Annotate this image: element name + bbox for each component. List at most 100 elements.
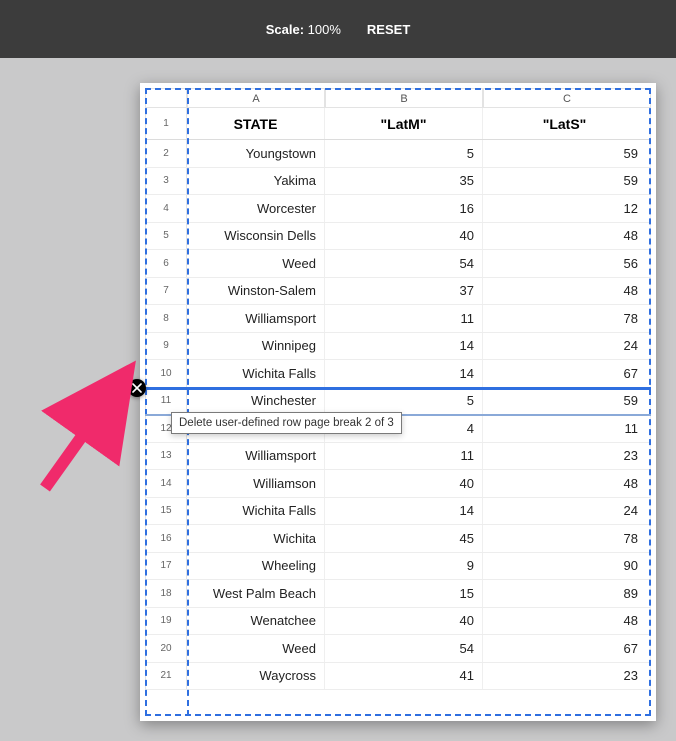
page-break-bottom[interactable]: [145, 714, 651, 716]
row-header[interactable]: 4: [145, 195, 187, 222]
cell-lats[interactable]: 24: [483, 333, 651, 360]
cell-lats[interactable]: 23: [483, 443, 651, 470]
cell-latm[interactable]: "LatM": [325, 108, 483, 139]
row-header[interactable]: 1: [145, 108, 187, 139]
cell-latm[interactable]: 37: [325, 278, 483, 305]
scale-control[interactable]: Scale: 100%: [266, 22, 341, 37]
cell-latm[interactable]: 14: [325, 360, 483, 387]
cell-state[interactable]: STATE: [187, 108, 325, 139]
row-header[interactable]: 7: [145, 278, 187, 305]
page-break-right[interactable]: [649, 88, 651, 716]
cell-latm[interactable]: 35: [325, 168, 483, 195]
cell-latm[interactable]: 54: [325, 250, 483, 277]
row-header[interactable]: 2: [145, 140, 187, 167]
row-header[interactable]: 18: [145, 580, 187, 607]
table-row: 18West Palm Beach1589: [145, 580, 651, 608]
cell-state[interactable]: Winston-Salem: [187, 278, 325, 305]
cell-state[interactable]: Yakima: [187, 168, 325, 195]
cell-state[interactable]: Williamsport: [187, 305, 325, 332]
table-row: 11Winchester559: [145, 388, 651, 416]
cell-latm[interactable]: 14: [325, 498, 483, 525]
cell-lats[interactable]: 48: [483, 223, 651, 250]
cell-latm[interactable]: 14: [325, 333, 483, 360]
delete-row-break-button[interactable]: [128, 379, 146, 397]
cell-latm[interactable]: 40: [325, 608, 483, 635]
cell-lats[interactable]: 56: [483, 250, 651, 277]
row-header[interactable]: 21: [145, 663, 187, 690]
cell-lats[interactable]: "LatS": [483, 108, 651, 139]
page-break-left[interactable]: [145, 88, 147, 716]
reset-button[interactable]: RESET: [367, 22, 410, 37]
cell-latm[interactable]: 11: [325, 305, 483, 332]
select-all-corner[interactable]: [145, 88, 187, 108]
table-row: 15Wichita Falls1424: [145, 498, 651, 526]
cell-state[interactable]: West Palm Beach: [187, 580, 325, 607]
cell-lats[interactable]: 59: [483, 168, 651, 195]
cell-state[interactable]: Williamson: [187, 470, 325, 497]
cell-lats[interactable]: 48: [483, 608, 651, 635]
cell-lats[interactable]: 12: [483, 195, 651, 222]
cell-state[interactable]: Wheeling: [187, 553, 325, 580]
row-header[interactable]: 9: [145, 333, 187, 360]
cell-state[interactable]: Williamsport: [187, 443, 325, 470]
cell-latm[interactable]: 9: [325, 553, 483, 580]
cell-state[interactable]: Weed: [187, 635, 325, 662]
row-header[interactable]: 16: [145, 525, 187, 552]
cell-latm[interactable]: 5: [325, 140, 483, 167]
cell-lats[interactable]: 24: [483, 498, 651, 525]
cell-state[interactable]: Waycross: [187, 663, 325, 690]
cell-latm[interactable]: 45: [325, 525, 483, 552]
cell-lats[interactable]: 67: [483, 635, 651, 662]
cell-lats[interactable]: 59: [483, 140, 651, 167]
table-row: 9Winnipeg1424: [145, 333, 651, 361]
scale-label: Scale:: [266, 22, 304, 37]
cell-latm[interactable]: 40: [325, 470, 483, 497]
row-header[interactable]: 3: [145, 168, 187, 195]
cell-lats[interactable]: 11: [483, 415, 651, 442]
cell-state[interactable]: Wichita Falls: [187, 498, 325, 525]
cell-state[interactable]: Wichita: [187, 525, 325, 552]
cell-state[interactable]: Winnipeg: [187, 333, 325, 360]
cell-state[interactable]: Wichita Falls: [187, 360, 325, 387]
page-break-top[interactable]: [145, 88, 651, 90]
cell-latm[interactable]: 40: [325, 223, 483, 250]
cell-latm[interactable]: 15: [325, 580, 483, 607]
cell-state[interactable]: Youngstown: [187, 140, 325, 167]
row-header[interactable]: 15: [145, 498, 187, 525]
cell-state[interactable]: Wisconsin Dells: [187, 223, 325, 250]
cell-lats[interactable]: 89: [483, 580, 651, 607]
cell-lats[interactable]: 48: [483, 278, 651, 305]
cell-latm[interactable]: 54: [325, 635, 483, 662]
cell-latm[interactable]: 41: [325, 663, 483, 690]
page-break-after-rowhdr[interactable]: [187, 88, 189, 716]
cell-lats[interactable]: 67: [483, 360, 651, 387]
cell-state[interactable]: Winchester: [187, 388, 325, 415]
column-header-A[interactable]: A: [187, 88, 325, 108]
cell-lats[interactable]: 78: [483, 525, 651, 552]
row-header[interactable]: 10: [145, 360, 187, 387]
cell-latm[interactable]: 16: [325, 195, 483, 222]
cell-state[interactable]: Worcester: [187, 195, 325, 222]
cell-latm[interactable]: 5: [325, 388, 483, 415]
cell-state[interactable]: Wenatchee: [187, 608, 325, 635]
row-header[interactable]: 19: [145, 608, 187, 635]
column-header-row: A B C: [145, 88, 651, 108]
cell-lats[interactable]: 23: [483, 663, 651, 690]
row-header[interactable]: 13: [145, 443, 187, 470]
cell-lats[interactable]: 90: [483, 553, 651, 580]
row-header[interactable]: 20: [145, 635, 187, 662]
row-header[interactable]: 6: [145, 250, 187, 277]
row-header[interactable]: 11: [145, 388, 187, 415]
row-header[interactable]: 5: [145, 223, 187, 250]
row-header[interactable]: 17: [145, 553, 187, 580]
cell-lats[interactable]: 59: [483, 388, 651, 415]
row-header[interactable]: 8: [145, 305, 187, 332]
cell-latm[interactable]: 11: [325, 443, 483, 470]
column-header-C[interactable]: C: [483, 88, 651, 108]
cell-state[interactable]: Weed: [187, 250, 325, 277]
cell-lats[interactable]: 48: [483, 470, 651, 497]
column-header-B[interactable]: B: [325, 88, 483, 108]
row-header[interactable]: 14: [145, 470, 187, 497]
cell-lats[interactable]: 78: [483, 305, 651, 332]
row-page-break-2[interactable]: [145, 387, 651, 390]
